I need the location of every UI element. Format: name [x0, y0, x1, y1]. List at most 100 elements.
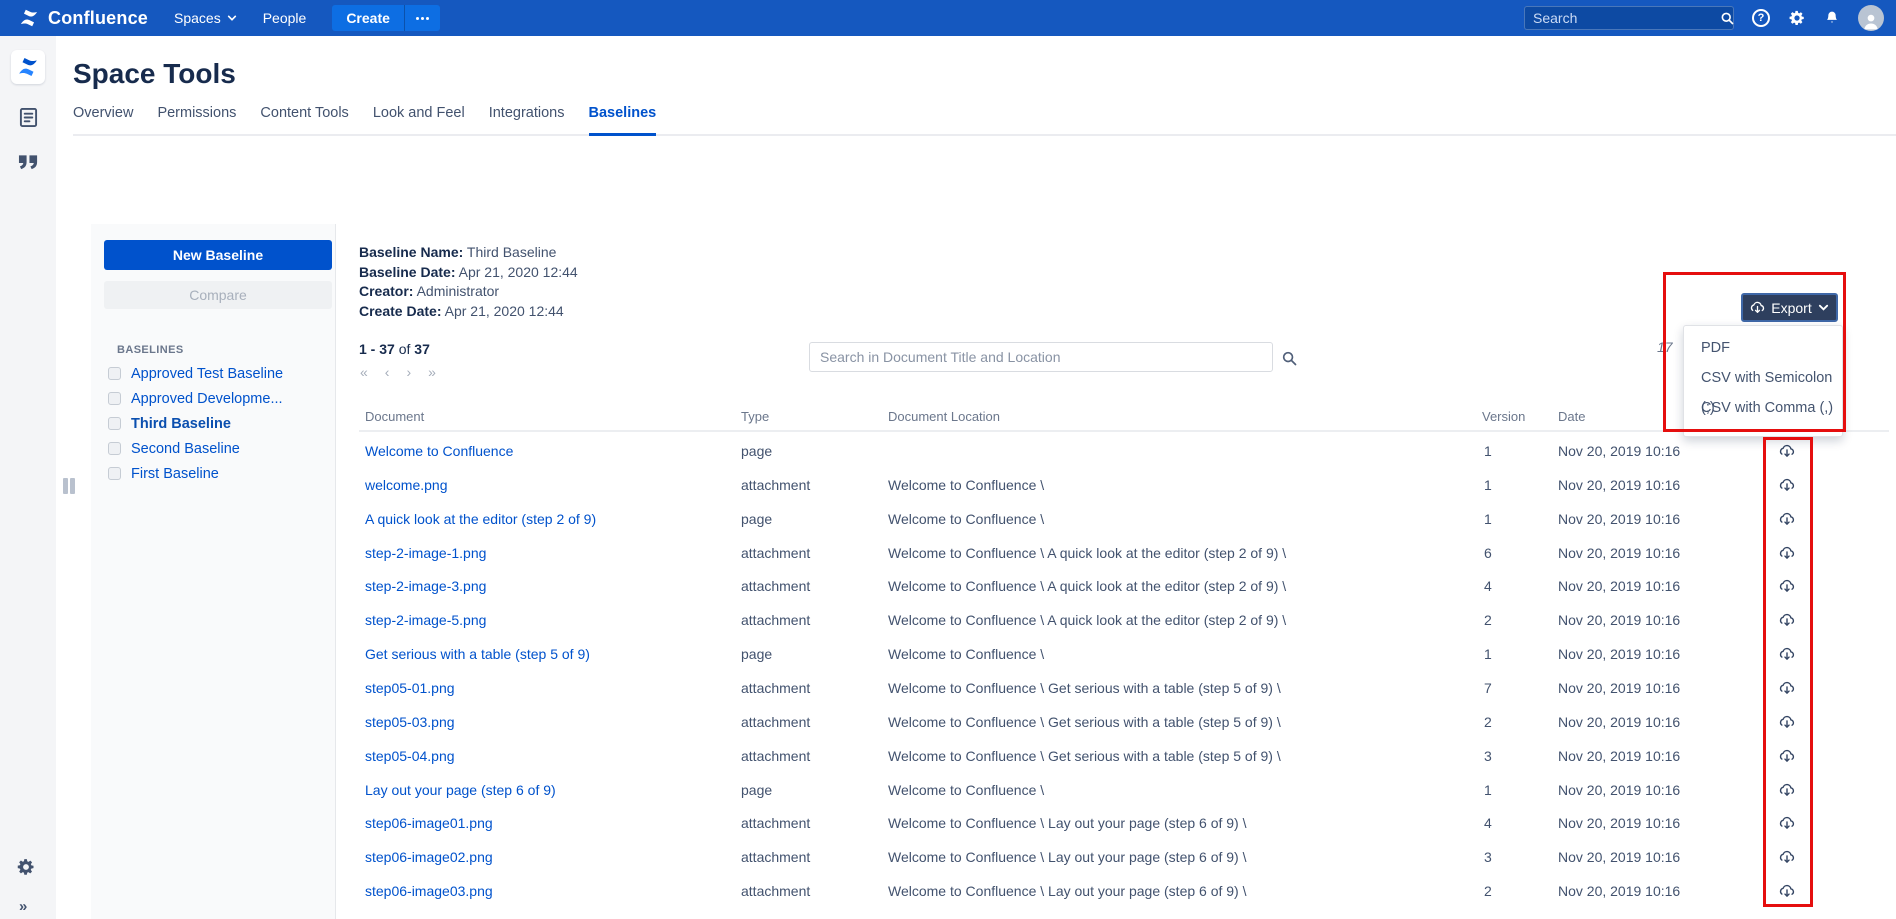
chevron-down-icon — [1818, 302, 1829, 313]
document-link[interactable]: Welcome to Confluence — [365, 443, 513, 459]
previous-page-button[interactable]: ‹ — [385, 364, 390, 380]
cloud-download-icon[interactable] — [1779, 714, 1795, 730]
help-icon[interactable]: ? — [1752, 9, 1770, 27]
baseline-item[interactable]: Approved Developme... — [108, 386, 327, 411]
cloud-download-icon[interactable] — [1779, 545, 1795, 561]
cloud-download-icon[interactable] — [1779, 849, 1795, 865]
detail-label: Creator: — [359, 283, 413, 299]
baseline-checkbox[interactable] — [108, 442, 121, 455]
confluence-brand[interactable]: Confluence — [18, 7, 148, 29]
table-body: Welcome to Confluence page 1 Nov 20, 201… — [359, 434, 1889, 908]
document-link[interactable]: step05-01.png — [365, 680, 455, 696]
document-search-input[interactable] — [809, 342, 1273, 372]
header-document[interactable]: Document — [365, 409, 424, 424]
cloud-download-icon[interactable] — [1779, 748, 1795, 764]
export-button[interactable]: Export — [1741, 293, 1838, 322]
header-date[interactable]: Date — [1558, 409, 1585, 424]
baseline-checkbox[interactable] — [108, 392, 121, 405]
cloud-download-icon[interactable] — [1779, 578, 1795, 594]
nav-spaces-label: Spaces — [174, 10, 221, 26]
quotes-icon[interactable] — [18, 154, 39, 170]
header-type[interactable]: Type — [741, 409, 769, 424]
export-menu-item[interactable]: CSV with Semicolon (;) — [1684, 363, 1842, 393]
nav-item-spaces[interactable]: Spaces — [174, 10, 237, 26]
tab-overview[interactable]: Overview — [73, 105, 133, 134]
table-row: Welcome to Confluence page 1 Nov 20, 201… — [359, 434, 1889, 468]
create-button[interactable]: Create — [332, 5, 404, 31]
document-link[interactable]: step06-image03.png — [365, 883, 493, 899]
search-icon[interactable] — [1720, 11, 1735, 26]
create-more-button[interactable] — [404, 5, 440, 31]
document-link[interactable]: welcome.png — [365, 477, 448, 493]
document-link[interactable]: Get serious with a table (step 5 of 9) — [365, 646, 590, 662]
cloud-download-icon[interactable] — [1779, 443, 1795, 459]
new-baseline-button[interactable]: New Baseline — [104, 240, 332, 270]
baseline-item[interactable]: Approved Test Baseline — [108, 361, 327, 386]
compare-button[interactable]: Compare — [104, 281, 332, 309]
avatar[interactable] — [1858, 5, 1884, 31]
baselines-section-header: BASELINES — [117, 344, 184, 356]
baseline-link[interactable]: Second Baseline — [131, 441, 240, 457]
nav-item-people[interactable]: People — [263, 10, 307, 26]
baseline-item[interactable]: First Baseline — [108, 461, 327, 486]
bell-icon[interactable] — [1824, 10, 1840, 26]
cloud-download-icon[interactable] — [1779, 782, 1795, 798]
document-date: Nov 20, 2019 10:16 — [1558, 748, 1680, 764]
cloud-download-icon[interactable] — [1779, 646, 1795, 662]
document-link[interactable]: step-2-image-1.png — [365, 545, 486, 561]
nav-search-input[interactable] — [1533, 10, 1714, 26]
document-date: Nov 20, 2019 10:16 — [1558, 545, 1680, 561]
table-search-icon[interactable] — [1281, 350, 1298, 372]
tab-baselines[interactable]: Baselines — [589, 105, 657, 136]
expand-sidebar-icon[interactable]: » — [19, 898, 27, 915]
document-link[interactable]: step05-03.png — [365, 714, 455, 730]
document-version: 2 — [1484, 714, 1492, 730]
header-version[interactable]: Version — [1482, 409, 1525, 424]
document-link[interactable]: step-2-image-5.png — [365, 612, 486, 628]
export-menu-item[interactable]: CSV with Comma (,) — [1684, 393, 1842, 423]
document-type: attachment — [741, 748, 810, 764]
tab-integrations[interactable]: Integrations — [489, 105, 565, 134]
cloud-download-icon[interactable] — [1779, 883, 1795, 899]
space-settings-gear-icon[interactable] — [16, 857, 36, 877]
cloud-download-icon[interactable] — [1779, 680, 1795, 696]
last-page-button[interactable]: » — [428, 364, 436, 380]
export-menu-item[interactable]: PDF — [1684, 333, 1842, 363]
confluence-space-icon — [16, 55, 40, 79]
cloud-download-icon[interactable] — [1779, 511, 1795, 527]
header-document-location[interactable]: Document Location — [888, 409, 1000, 424]
baseline-checkbox[interactable] — [108, 467, 121, 480]
baseline-link[interactable]: Approved Test Baseline — [131, 366, 283, 382]
nav-search-box[interactable] — [1524, 6, 1734, 30]
pages-icon[interactable] — [19, 107, 38, 128]
document-link[interactable]: A quick look at the editor (step 2 of 9) — [365, 511, 596, 527]
cloud-download-icon[interactable] — [1779, 815, 1795, 831]
cloud-download-icon[interactable] — [1779, 477, 1795, 493]
baseline-link[interactable]: First Baseline — [131, 466, 219, 482]
table-row: step05-03.png attachment Welcome to Conf… — [359, 705, 1889, 739]
baseline-checkbox[interactable] — [108, 417, 121, 430]
tab-content-tools[interactable]: Content Tools — [260, 105, 348, 134]
document-version: 3 — [1484, 849, 1492, 865]
sidebar-resize-handle[interactable] — [63, 478, 75, 494]
document-link[interactable]: step05-04.png — [365, 748, 455, 764]
document-link[interactable]: step06-image02.png — [365, 849, 493, 865]
cloud-download-icon[interactable] — [1779, 612, 1795, 628]
chevron-down-icon — [227, 13, 237, 23]
first-page-button[interactable]: « — [360, 364, 368, 380]
baseline-checkbox[interactable] — [108, 367, 121, 380]
baseline-item[interactable]: Second Baseline — [108, 436, 327, 461]
baseline-link[interactable]: Third Baseline — [131, 416, 231, 432]
document-link[interactable]: step06-image01.png — [365, 815, 493, 831]
space-logo-tile[interactable] — [11, 50, 45, 84]
detail-label: Baseline Date: — [359, 264, 455, 280]
next-page-button[interactable]: › — [406, 364, 411, 380]
document-link[interactable]: Lay out your page (step 6 of 9) — [365, 782, 556, 798]
gear-icon[interactable] — [1788, 9, 1806, 27]
baseline-item[interactable]: Third Baseline — [108, 411, 327, 436]
tab-permissions[interactable]: Permissions — [157, 105, 236, 134]
detail-line: Baseline Name: Third Baseline — [359, 243, 578, 263]
document-link[interactable]: step-2-image-3.png — [365, 578, 486, 594]
tab-look-and-feel[interactable]: Look and Feel — [373, 105, 465, 134]
baseline-link[interactable]: Approved Developme... — [131, 391, 283, 407]
